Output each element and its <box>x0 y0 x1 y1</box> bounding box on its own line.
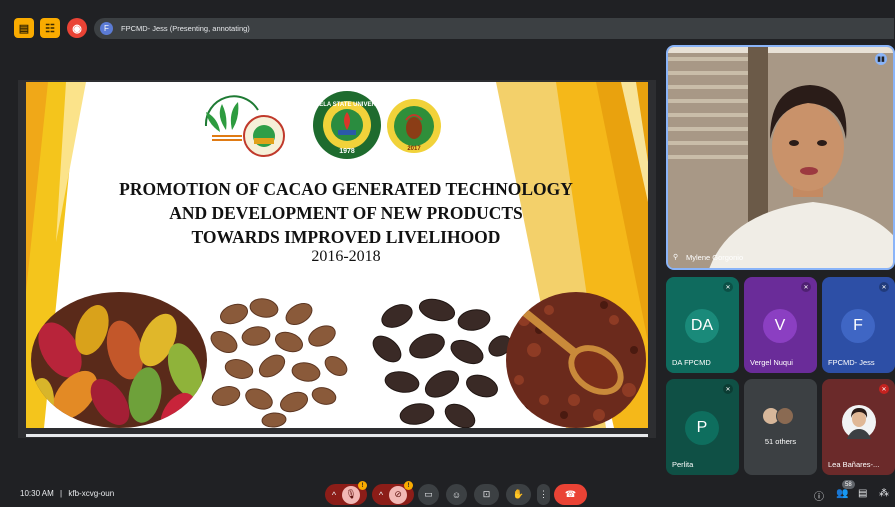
slide-title-line-1: PROMOTION OF CACAO GENERATED TECHNOLOGY <box>119 179 573 199</box>
cacao-beans-roasted-image <box>372 298 512 428</box>
camera-options-chevron-icon[interactable]: ^ <box>379 490 383 500</box>
mic-warning-badge: ! <box>358 481 367 490</box>
cacao-beans-dried-image <box>210 298 348 428</box>
notes-icon[interactable]: ▤ <box>14 18 34 38</box>
chat-icon[interactable]: ▤ <box>858 488 867 499</box>
presentation-slide: ISABELA STATE UNIVERSITY 1978 2017 PROMO… <box>26 82 648 428</box>
meeting-code: kfb-xcvg-oun <box>68 489 115 498</box>
others-avatars <box>762 407 800 427</box>
others-count: 51 others <box>764 437 797 446</box>
presenter-avatar: F <box>100 22 113 35</box>
participant-avatar: F <box>841 309 875 343</box>
top-bar: ▤ ☷ ◉ F FPCMD- Jess (Presenting, annotat… <box>0 12 895 42</box>
mic-muted-icon: ✕ <box>723 384 733 394</box>
people-icon[interactable]: 👥 <box>836 488 848 499</box>
emoji-icon[interactable]: ☺ <box>446 484 467 505</box>
mic-muted-icon: ✕ <box>801 282 811 292</box>
pin-icon[interactable]: ⚲ <box>673 253 678 261</box>
separator: | <box>60 489 63 498</box>
presenter-status: FPCMD- Jess (Presenting, annotating) <box>121 24 250 33</box>
dept-agriculture-logo <box>204 95 285 157</box>
university-year-text: 1978 <box>339 148 355 155</box>
participant-name: Vergel Nuqui <box>750 358 793 367</box>
more-options-icon[interactable]: ⋮ <box>537 484 550 505</box>
slide-title: PROMOTION OF CACAO GENERATED TECHNOLOGY … <box>66 177 626 249</box>
record-icon[interactable]: ◉ <box>67 18 87 38</box>
cacao-center-year-text: 2017 <box>407 146 421 152</box>
mic-muted-icon: ✕ <box>723 282 733 292</box>
camera-warning-badge: ! <box>404 481 413 490</box>
mic-off-icon[interactable]: 🎙 <box>342 485 361 504</box>
cacao-pods-image <box>31 292 207 428</box>
participant-tile-fpcmd-jess[interactable]: ✕ F FPCMD- Jess <box>822 277 895 373</box>
slide-progress-line <box>26 434 648 437</box>
participant-tile-lea-banares[interactable]: ✕ Lea Bañares-... <box>822 379 895 475</box>
captions-icon[interactable]: ▭ <box>418 484 439 505</box>
speaker-tile[interactable]: ▮▮ ⚲ Mylene Gorgonio <box>666 45 895 270</box>
participant-avatar: P <box>685 411 719 445</box>
speaker-name: Mylene Gorgonio <box>686 253 744 262</box>
people-count-badge: 58 <box>842 480 855 489</box>
cacao-nibs-image <box>506 292 646 428</box>
speaker-audio-indicator-icon: ▮▮ <box>875 53 887 65</box>
slide-years: 2016-2018 <box>311 248 381 265</box>
isabela-state-university-seal: ISABELA STATE UNIVERSITY 1978 <box>312 91 382 159</box>
presenting-banner[interactable]: F FPCMD- Jess (Presenting, annotating) <box>94 18 894 39</box>
activities-grid-icon[interactable]: ⁂ <box>879 488 889 499</box>
others-tile[interactable]: 51 others <box>744 379 817 475</box>
end-call-icon[interactable]: ☎ <box>554 484 587 505</box>
presentation-stage: ISABELA STATE UNIVERSITY 1978 2017 PROMO… <box>18 80 656 438</box>
activities-icon[interactable]: ☷ <box>40 18 60 38</box>
participant-tile-da-fpcmd[interactable]: ✕ DA DA FPCMD <box>666 277 739 373</box>
speaker-video <box>668 47 893 268</box>
cacao-center-logo: 2017 <box>387 99 441 153</box>
slide-title-line-2: AND DEVELOPMENT OF NEW PRODUCTS <box>169 203 523 223</box>
meeting-info: 10:30 AM | kfb-xcvg-oun <box>20 489 114 498</box>
university-name-text: ISABELA STATE UNIVERSITY <box>312 102 382 108</box>
present-icon[interactable]: ⊡ <box>474 484 499 505</box>
mic-options-chevron-icon[interactable]: ^ <box>332 490 336 500</box>
mic-muted-icon: ✕ <box>879 282 889 292</box>
mic-muted-icon: ✕ <box>879 384 889 394</box>
participant-name: FPCMD- Jess <box>828 358 875 367</box>
raise-hand-icon[interactable]: ✋ <box>506 484 531 505</box>
info-icon[interactable]: ⓘ <box>814 488 824 503</box>
participant-name: Lea Bañares-... <box>828 460 880 469</box>
clock-time: 10:30 AM <box>20 489 54 498</box>
participant-photo <box>842 405 876 439</box>
participant-name: Perlita <box>672 460 694 469</box>
participant-avatar: DA <box>685 309 719 343</box>
slide-title-line-3: TOWARDS IMPROVED LIVELIHOOD <box>191 227 501 247</box>
participant-tile-perlita[interactable]: ✕ P Perlita <box>666 379 739 475</box>
participant-name: DA FPCMD <box>672 358 711 367</box>
participant-avatar: V <box>763 309 797 343</box>
avatar <box>776 407 794 425</box>
participant-tile-vergel-nuqui[interactable]: ✕ V Vergel Nuqui <box>744 277 817 373</box>
